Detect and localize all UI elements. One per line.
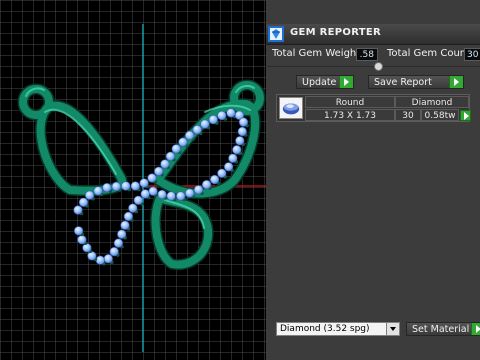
update-button-label: Update xyxy=(302,77,337,88)
collapse-knob-icon[interactable] xyxy=(374,62,383,71)
3d-viewport[interactable] xyxy=(0,0,266,360)
gem-stone[interactable] xyxy=(166,191,176,201)
chevron-down-icon xyxy=(386,323,399,335)
grid xyxy=(0,0,266,360)
gem-stone[interactable] xyxy=(102,183,112,193)
gem-stone[interactable] xyxy=(238,117,249,127)
gem-stone[interactable] xyxy=(226,108,236,118)
gem-stone[interactable] xyxy=(157,189,167,200)
play-arrow-icon xyxy=(449,76,463,88)
gem-size: 1.73 X 1.73 xyxy=(305,109,395,121)
gem-stone[interactable] xyxy=(178,137,188,147)
material-select-value: Diamond (3.52 spg) xyxy=(280,324,370,334)
gem-stone[interactable] xyxy=(217,168,227,178)
gem-reporter-panel: GEM REPORTER Total Gem Weight .58 Total … xyxy=(266,0,480,360)
set-material-button-label: Set Material xyxy=(412,324,470,335)
gem-stone[interactable] xyxy=(208,114,218,125)
round-gem-icon xyxy=(279,97,303,119)
gem-stone[interactable] xyxy=(87,251,97,261)
gem-stone[interactable] xyxy=(82,243,92,253)
gem-stone[interactable] xyxy=(202,180,212,190)
gem-stone[interactable] xyxy=(93,186,103,196)
panel-divider xyxy=(266,66,480,67)
gem-stone[interactable] xyxy=(140,189,150,199)
gem-stone[interactable] xyxy=(171,144,181,154)
gem-stone[interactable] xyxy=(147,173,157,183)
gem-stone[interactable] xyxy=(84,190,95,200)
panel-titlebar[interactable]: GEM REPORTER xyxy=(266,24,480,45)
gem-stone[interactable] xyxy=(193,185,204,195)
total-gem-count-label: Total Gem Count xyxy=(387,48,471,59)
total-gem-weight-value: .58 xyxy=(356,48,378,61)
gem-stone[interactable] xyxy=(113,238,123,248)
gem-row-action-icon[interactable] xyxy=(460,110,471,121)
gem-count: 30 xyxy=(395,109,421,121)
gem-stone[interactable] xyxy=(77,235,87,245)
gem-stone[interactable] xyxy=(95,255,105,265)
material-select[interactable]: Diamond (3.52 spg) xyxy=(276,322,400,336)
gem-stone[interactable] xyxy=(148,186,158,196)
panel-title: GEM REPORTER xyxy=(290,27,382,38)
gem-stone[interactable] xyxy=(128,203,138,213)
gem-weight: 0.58tw xyxy=(421,109,459,121)
gem-stone[interactable] xyxy=(103,254,113,264)
gem-material: Diamond xyxy=(395,96,469,108)
gem-stone[interactable] xyxy=(120,220,130,230)
gem-stone[interactable] xyxy=(200,119,210,129)
gem-stone[interactable] xyxy=(185,188,195,198)
gem-reporter-logo-icon xyxy=(268,26,284,42)
gem-stone[interactable] xyxy=(232,145,242,155)
gem-stone[interactable] xyxy=(130,181,140,191)
gem-stone[interactable] xyxy=(192,125,202,135)
gem-stone[interactable] xyxy=(111,181,121,192)
total-gem-count-value: 30 xyxy=(464,48,480,61)
gem-list: Round Diamond 1.73 X 1.73 30 0.58tw xyxy=(274,90,474,324)
gem-stone[interactable] xyxy=(176,191,186,201)
update-button[interactable]: Update xyxy=(296,75,354,89)
gem-stone[interactable] xyxy=(237,126,247,137)
save-report-button-label: Save Report xyxy=(374,77,432,88)
save-report-button[interactable]: Save Report xyxy=(368,75,464,89)
gem-stone[interactable] xyxy=(109,247,119,257)
gem-stone[interactable] xyxy=(228,153,238,163)
total-gem-weight-label: Total Gem Weight xyxy=(272,48,361,59)
gem-stone[interactable] xyxy=(117,229,127,239)
gem-stone[interactable] xyxy=(73,205,83,215)
gem-stone[interactable] xyxy=(224,162,234,172)
gem-shape: Round xyxy=(305,96,395,108)
gem-stone[interactable] xyxy=(185,130,195,140)
gem-stone[interactable] xyxy=(78,197,89,207)
play-arrow-icon xyxy=(471,323,480,335)
gem-stone[interactable] xyxy=(73,226,84,236)
gem-row[interactable]: Round Diamond 1.73 X 1.73 30 0.58tw xyxy=(276,94,471,122)
gem-stone[interactable] xyxy=(139,178,149,188)
gem-stone[interactable] xyxy=(210,174,220,185)
gem-stone[interactable] xyxy=(235,136,245,146)
gem-stone[interactable] xyxy=(133,195,143,205)
gem-stone[interactable] xyxy=(160,159,170,169)
gem-stone[interactable] xyxy=(123,211,133,221)
gem-stone[interactable] xyxy=(121,181,131,191)
gem-stone[interactable] xyxy=(217,110,227,121)
play-arrow-icon xyxy=(339,76,353,88)
set-material-button[interactable]: Set Material xyxy=(406,322,480,336)
gem-stone[interactable] xyxy=(154,166,164,176)
viewport-canvas[interactable] xyxy=(0,0,266,360)
gem-stone[interactable] xyxy=(165,151,175,161)
